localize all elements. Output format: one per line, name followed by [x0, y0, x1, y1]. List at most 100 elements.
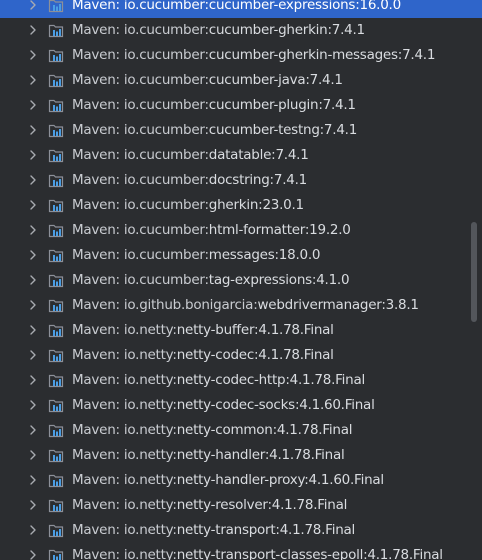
chevron-right-icon[interactable]	[29, 225, 37, 235]
library-prefix: Maven:	[72, 322, 124, 338]
library-tree-item[interactable]: Maven: io.cucumber:cucumber-testng:7.4.1	[0, 118, 482, 143]
library-tree-item[interactable]: Maven: io.github.bonigarcia:webdriverman…	[0, 293, 482, 318]
library-group: io.cucumber:	[123, 197, 209, 213]
library-label: Maven: io.cucumber:gherkin:23.0.1	[72, 197, 304, 214]
library-tree-item[interactable]: Maven: io.netty:netty-handler-proxy:4.1.…	[0, 468, 482, 493]
library-label: Maven: io.netty:netty-transport:4.1.78.F…	[72, 522, 355, 539]
scrollbar-thumb[interactable]	[471, 222, 477, 322]
chevron-right-icon[interactable]	[29, 200, 37, 210]
vertical-scrollbar[interactable]	[466, 0, 482, 560]
library-group: io.cucumber:	[123, 147, 209, 163]
library-group: io.netty:	[123, 447, 177, 463]
library-group: io.netty:	[123, 522, 177, 538]
library-tree-item[interactable]: Maven: io.netty:netty-common:4.1.78.Fina…	[0, 418, 482, 443]
external-libraries-tree: Maven: io.cucumber:cucumber-expressions:…	[0, 0, 482, 560]
library-tree-item[interactable]: Maven: io.netty:netty-buffer:4.1.78.Fina…	[0, 318, 482, 343]
library-icon	[48, 324, 64, 338]
library-artifact: cucumber-plugin:7.4.1	[208, 97, 356, 113]
library-icon	[48, 424, 64, 438]
chevron-right-icon[interactable]	[29, 150, 37, 160]
chevron-right-icon[interactable]	[29, 550, 37, 560]
chevron-right-icon[interactable]	[29, 350, 37, 360]
chevron-right-icon[interactable]	[29, 0, 37, 10]
library-group: io.cucumber:	[123, 172, 209, 188]
library-tree-item[interactable]: Maven: io.netty:netty-resolver:4.1.78.Fi…	[0, 493, 482, 518]
library-label: Maven: io.cucumber:cucumber-java:7.4.1	[72, 72, 343, 89]
library-group: io.cucumber:	[123, 272, 209, 288]
chevron-right-icon[interactable]	[29, 25, 37, 35]
library-icon	[48, 249, 64, 263]
library-prefix: Maven:	[72, 297, 124, 313]
chevron-right-icon[interactable]	[29, 125, 37, 135]
library-tree-item[interactable]: Maven: io.cucumber:html-formatter:19.2.0	[0, 218, 482, 243]
library-prefix: Maven:	[72, 222, 124, 238]
library-label: Maven: io.cucumber:messages:18.0.0	[72, 247, 321, 264]
library-tree-item[interactable]: Maven: io.cucumber:cucumber-gherkin:7.4.…	[0, 18, 482, 43]
library-prefix: Maven:	[72, 397, 124, 413]
library-label: Maven: io.cucumber:html-formatter:19.2.0	[72, 222, 351, 239]
library-icon	[48, 274, 64, 288]
library-prefix: Maven:	[72, 272, 124, 288]
chevron-right-icon[interactable]	[29, 175, 37, 185]
library-artifact: netty-transport:4.1.78.Final	[176, 522, 356, 538]
library-artifact: netty-handler:4.1.78.Final	[176, 447, 345, 463]
library-icon	[48, 149, 64, 163]
library-artifact: gherkin:23.0.1	[208, 197, 304, 213]
chevron-right-icon[interactable]	[29, 525, 37, 535]
library-tree-item[interactable]: Maven: io.netty:netty-codec-http:4.1.78.…	[0, 368, 482, 393]
library-tree-item[interactable]: Maven: io.cucumber:cucumber-java:7.4.1	[0, 68, 482, 93]
library-artifact: tag-expressions:4.1.0	[208, 272, 350, 288]
library-icon	[48, 349, 64, 363]
chevron-right-icon[interactable]	[29, 425, 37, 435]
chevron-right-icon[interactable]	[29, 50, 37, 60]
library-prefix: Maven:	[72, 172, 124, 188]
library-prefix: Maven:	[72, 247, 124, 263]
chevron-right-icon[interactable]	[29, 475, 37, 485]
library-tree-item[interactable]: Maven: io.cucumber:gherkin:23.0.1	[0, 193, 482, 218]
library-tree-item[interactable]: Maven: io.cucumber:tag-expressions:4.1.0	[0, 268, 482, 293]
chevron-right-icon[interactable]	[29, 450, 37, 460]
library-prefix: Maven:	[72, 197, 124, 213]
library-artifact: cucumber-testng:7.4.1	[208, 122, 358, 138]
library-label: Maven: io.netty:netty-buffer:4.1.78.Fina…	[72, 322, 334, 339]
library-artifact: netty-buffer:4.1.78.Final	[176, 322, 334, 338]
library-tree-item[interactable]: Maven: io.netty:netty-codec-socks:4.1.60…	[0, 393, 482, 418]
library-prefix: Maven:	[72, 497, 124, 513]
chevron-right-icon[interactable]	[29, 325, 37, 335]
library-group: io.github.bonigarcia:	[123, 297, 258, 313]
library-tree-item[interactable]: Maven: io.cucumber:datatable:7.4.1	[0, 143, 482, 168]
chevron-right-icon[interactable]	[29, 375, 37, 385]
library-tree-item[interactable]: Maven: io.netty:netty-codec:4.1.78.Final	[0, 343, 482, 368]
library-icon	[48, 474, 64, 488]
library-group: io.cucumber:	[123, 47, 209, 63]
library-tree-item[interactable]: Maven: io.cucumber:cucumber-plugin:7.4.1	[0, 93, 482, 118]
library-group: io.cucumber:	[123, 72, 209, 88]
library-label: Maven: io.cucumber:cucumber-expressions:…	[72, 0, 401, 14]
chevron-right-icon[interactable]	[29, 250, 37, 260]
library-tree-item[interactable]: Maven: io.cucumber:cucumber-expressions:…	[0, 0, 482, 18]
chevron-right-icon[interactable]	[29, 75, 37, 85]
library-group: io.cucumber:	[123, 22, 209, 38]
chevron-right-icon[interactable]	[29, 400, 37, 410]
library-icon	[48, 24, 64, 38]
library-prefix: Maven:	[72, 422, 124, 438]
chevron-right-icon[interactable]	[29, 100, 37, 110]
chevron-right-icon[interactable]	[29, 300, 37, 310]
library-prefix: Maven:	[72, 47, 124, 63]
library-tree-item[interactable]: Maven: io.netty:netty-transport-classes-…	[0, 543, 482, 560]
library-icon	[48, 199, 64, 213]
library-tree-item[interactable]: Maven: io.netty:netty-handler:4.1.78.Fin…	[0, 443, 482, 468]
library-label: Maven: io.netty:netty-transport-classes-…	[72, 547, 443, 560]
library-group: io.cucumber:	[123, 97, 209, 113]
library-tree-item[interactable]: Maven: io.cucumber:messages:18.0.0	[0, 243, 482, 268]
chevron-right-icon[interactable]	[29, 500, 37, 510]
library-tree-item[interactable]: Maven: io.netty:netty-transport:4.1.78.F…	[0, 518, 482, 543]
library-tree-item[interactable]: Maven: io.cucumber:docstring:7.4.1	[0, 168, 482, 193]
chevron-right-icon[interactable]	[29, 275, 37, 285]
library-tree-item[interactable]: Maven: io.cucumber:cucumber-gherkin-mess…	[0, 43, 482, 68]
library-icon	[48, 74, 64, 88]
library-prefix: Maven:	[72, 447, 124, 463]
library-group: io.cucumber:	[123, 222, 209, 238]
library-group: io.netty:	[123, 422, 177, 438]
library-group: io.netty:	[123, 372, 177, 388]
